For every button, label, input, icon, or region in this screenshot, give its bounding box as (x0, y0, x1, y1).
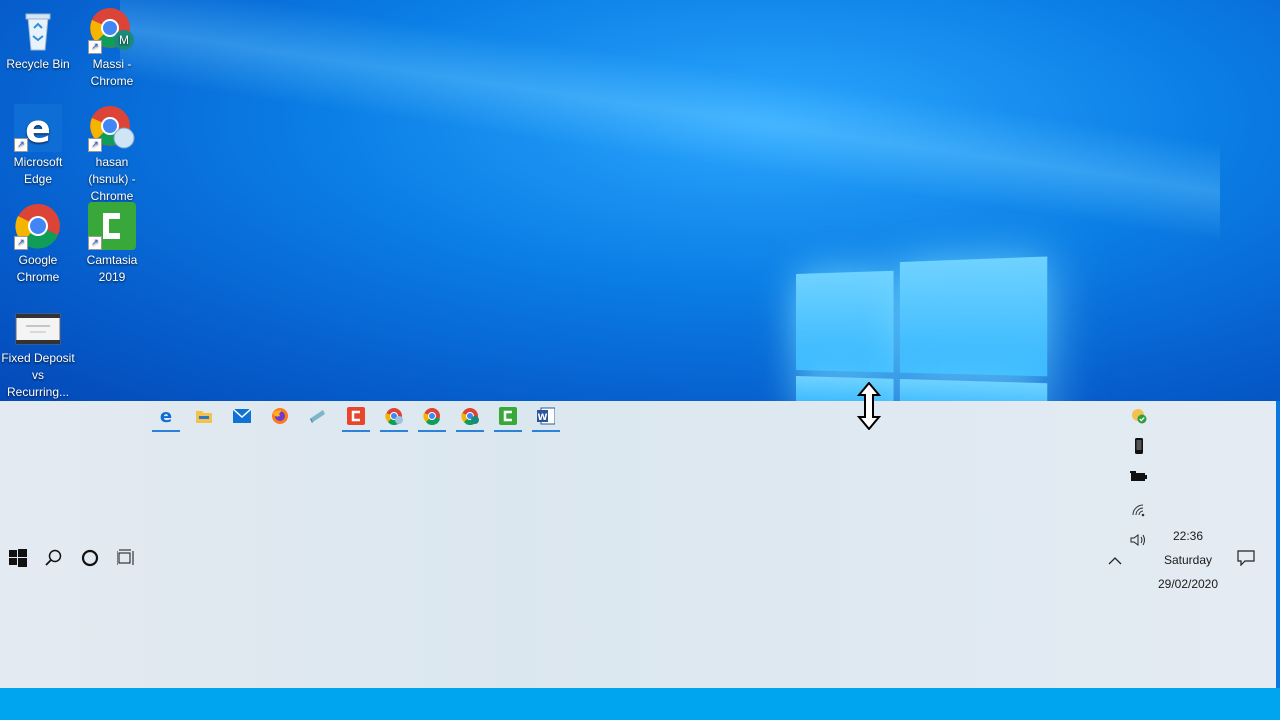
taskbar-app-camtasia-recorder[interactable] (340, 404, 372, 432)
light-beam (120, 0, 1220, 401)
shortcut-arrow-icon: ↗ (88, 138, 102, 152)
task-view-button[interactable] (111, 546, 141, 574)
desktop-icon-camtasia[interactable]: ↗ Camtasia 2019 (74, 202, 150, 286)
chrome-profile-icon (385, 407, 403, 430)
desktop-icon-label: Recycle Bin (6, 57, 70, 71)
word-icon: W (537, 407, 556, 430)
chrome-profile-icon: ↗ (88, 104, 136, 152)
edge-icon: e ↗ (14, 104, 62, 152)
shortcut-arrow-icon: ↗ (88, 236, 102, 250)
taskbar-app-file-explorer[interactable] (188, 404, 220, 432)
task-view-icon (116, 549, 135, 572)
taskbar-app-chrome[interactable] (416, 404, 448, 432)
clock-time: 22:36 (1172, 529, 1204, 543)
svg-text:W: W (538, 413, 548, 423)
windows-start-icon (9, 548, 27, 572)
start-button[interactable] (3, 546, 33, 574)
phone-icon (1134, 437, 1144, 459)
desktop-icon-fixed-deposit-video[interactable]: Fixed Deposit vs Recurring... (0, 300, 76, 401)
tray-sync-icon-button[interactable] (1127, 406, 1151, 430)
chevron-up-icon (1108, 552, 1122, 570)
recycle-bin-icon (14, 6, 62, 54)
clock-date: 29/02/2020 (1157, 577, 1219, 591)
edge-icon: e (157, 406, 175, 430)
firefox-icon (271, 407, 289, 430)
taskbar (0, 401, 1276, 688)
tray-wifi-icon-button[interactable] (1127, 500, 1151, 524)
sync-ok-icon (1131, 408, 1147, 429)
video-file-icon (14, 300, 62, 348)
svg-text:e: e (25, 107, 51, 151)
cortana-icon (81, 549, 99, 572)
chrome-icon (423, 407, 441, 430)
notification-icon (1237, 549, 1255, 571)
resize-cursor-icon (856, 381, 882, 431)
wifi-icon (1131, 503, 1147, 522)
shortcut-arrow-icon: ↗ (88, 40, 102, 54)
desktop-icon-microsoft-edge[interactable]: e ↗ Microsoft Edge (0, 104, 76, 188)
battery-icon (1130, 470, 1148, 488)
tray-phone-icon-button[interactable] (1127, 436, 1151, 460)
search-button[interactable] (39, 546, 69, 574)
desktop-icon-label: Camtasia 2019 (86, 253, 138, 284)
desktop-icon-massi-chrome[interactable]: M ↗ Massi - Chrome (74, 6, 150, 90)
file-explorer-icon (195, 408, 213, 429)
show-hidden-icons-button[interactable] (1103, 549, 1127, 573)
taskbar-app-generic[interactable] (302, 404, 334, 432)
cortana-button[interactable] (75, 546, 105, 574)
desktop-wallpaper (0, 0, 1280, 401)
tray-battery-icon-button[interactable] (1127, 467, 1151, 491)
desktop-icon-recycle-bin[interactable]: Recycle Bin (0, 6, 76, 73)
shortcut-arrow-icon: ↗ (14, 138, 28, 152)
svg-text:M: M (119, 33, 129, 47)
app-icon (309, 408, 327, 429)
taskbar-app-mail[interactable] (226, 404, 258, 432)
chrome-profile-icon: M ↗ (88, 6, 136, 54)
chrome-icon: ↗ (14, 202, 62, 250)
windows-logo-wallpaper (796, 245, 1048, 401)
action-center-button[interactable] (1234, 548, 1258, 572)
camtasia-icon: ↗ (88, 202, 136, 250)
chrome-profile-icon (461, 407, 479, 430)
taskbar-app-word[interactable]: W (530, 404, 562, 432)
taskbar-app-edge[interactable]: e (150, 404, 182, 432)
taskbar-app-chrome-profile-2[interactable] (454, 404, 486, 432)
taskbar-app-camtasia[interactable] (492, 404, 524, 432)
taskbar-app-chrome-profile-1[interactable] (378, 404, 410, 432)
desktop-icon-label: Google Chrome (16, 253, 60, 284)
desktop-icon-label: Massi - Chrome (90, 57, 134, 88)
taskbar-edge (1276, 401, 1280, 688)
clock-button[interactable]: 22:36 Saturday 29/02/2020 (1133, 528, 1243, 596)
desktop-icon-label: Fixed Deposit vs Recurring... (1, 351, 75, 399)
clock-day: Saturday (1163, 553, 1213, 567)
camtasia-icon (499, 406, 517, 430)
shortcut-arrow-icon: ↗ (14, 236, 28, 250)
search-icon (45, 549, 63, 572)
desktop-icon-hasan-chrome[interactable]: ↗ hasan (hsnuk) - Chrome (74, 104, 150, 205)
svg-text:e: e (160, 407, 172, 425)
desktop-icon-label: Microsoft Edge (13, 155, 63, 186)
camtasia-recorder-icon (347, 406, 365, 430)
mail-icon (232, 407, 252, 428)
taskbar-app-firefox[interactable] (264, 404, 296, 432)
desktop-icon-label: hasan (hsnuk) - Chrome (88, 155, 136, 203)
desktop-icon-google-chrome[interactable]: ↗ Google Chrome (0, 202, 76, 286)
desktop-bottom-strip (0, 688, 1280, 720)
